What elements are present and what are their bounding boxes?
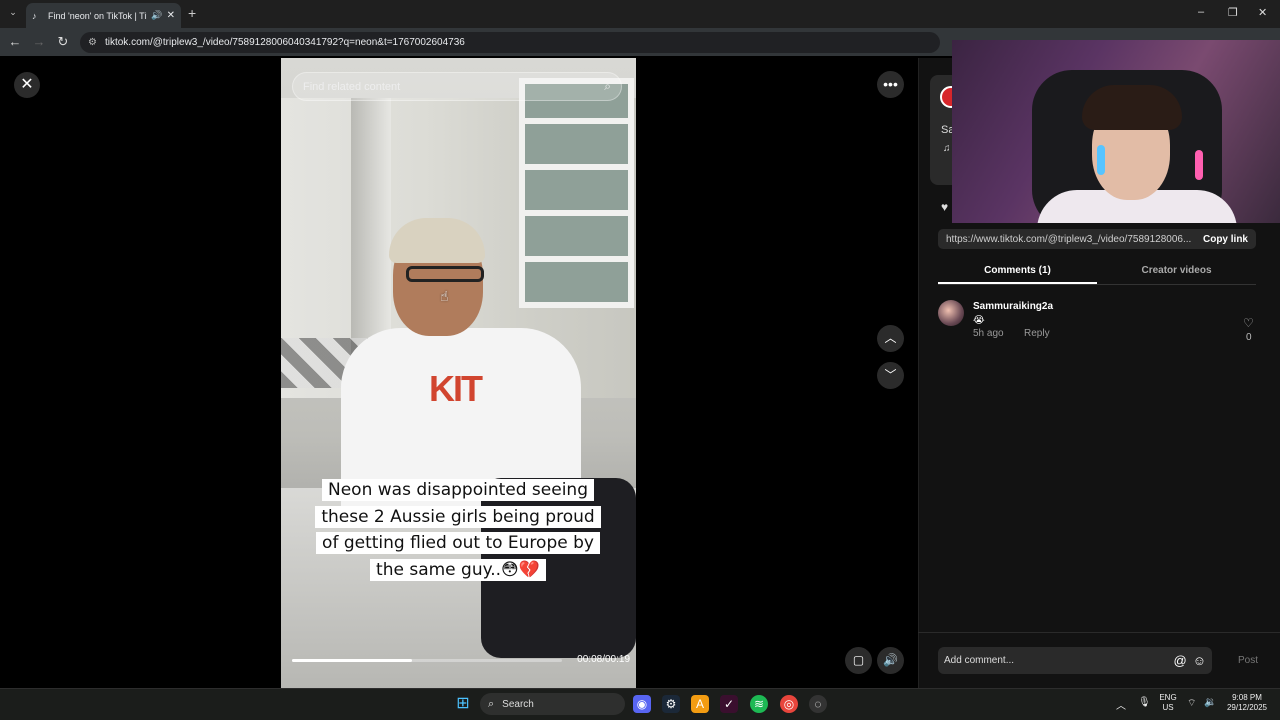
next-video-button[interactable]: ﹀ <box>877 362 904 389</box>
close-window-icon[interactable]: ✕ <box>1258 6 1267 19</box>
app-check-icon[interactable]: ✓ <box>720 695 738 713</box>
clock-time: 9:08 PM <box>1232 693 1262 702</box>
find-related-content-bar[interactable]: ⌕ <box>292 72 622 101</box>
like-heart-icon[interactable]: ♥ <box>941 200 948 214</box>
caption-line: Neon was disappointed seeing <box>322 479 594 501</box>
panel-tabs: Comments (1) Creator videos <box>938 262 1256 285</box>
caption-line: these 2 Aussie girls being proud <box>315 505 601 528</box>
forward-button[interactable]: → <box>30 34 48 49</box>
comment-like-heart-icon[interactable]: ♡ <box>1243 316 1254 330</box>
find-related-content-input[interactable] <box>303 80 605 93</box>
comment-item: Sammuraiking2a 😭 5h ago Reply ♡ 0 <box>938 300 1256 350</box>
system-clock[interactable]: 9:08 PM 29/12/2025 <box>1222 693 1272 713</box>
previous-video-button[interactable]: ︿ <box>877 325 904 352</box>
show-hidden-icons-icon[interactable]: ︿ <box>1116 697 1126 712</box>
volume-tray-icon[interactable]: 🔉 <box>1204 697 1216 708</box>
webcam-overlay <box>952 40 1280 223</box>
search-icon[interactable]: ⌕ <box>604 79 611 94</box>
shirt-logo-text: KIT <box>429 368 483 409</box>
more-options-button[interactable]: ••• <box>877 71 904 98</box>
address-bar[interactable]: ⚙ tiktok.com/@triplew3_/video/7589128006… <box>80 32 940 53</box>
taskbar-search[interactable]: ⌕ Search <box>480 693 625 715</box>
webcam-person-hair <box>1082 85 1182 130</box>
tab-title: Find 'neon' on TikTok | TikTo <box>48 10 147 21</box>
caption-line: the same guy..😳💔 <box>370 558 546 581</box>
video-player[interactable]: KIT <box>281 58 636 688</box>
browser-tab[interactable]: ♪ Find 'neon' on TikTok | TikTo 🔊 ✕ <box>26 3 181 28</box>
volume-button[interactable]: 🔊 <box>877 647 904 674</box>
spotify-icon[interactable]: ≋ <box>750 695 768 713</box>
clock-date: 29/12/2025 <box>1226 703 1268 712</box>
video-progress-fill <box>292 659 413 662</box>
wifi-icon[interactable]: ⌔ <box>1187 697 1196 710</box>
share-url: https://www.tiktok.com/@triplew3_/video/… <box>946 233 1192 245</box>
close-viewer-button[interactable]: ✕ <box>14 72 40 98</box>
discord-icon[interactable]: ◉ <box>633 695 651 713</box>
mention-icon[interactable]: @ <box>1174 653 1187 668</box>
video-scene-window <box>519 78 634 308</box>
comment-time: 5h ago <box>973 328 1004 339</box>
floating-player-button[interactable]: ▢ <box>845 647 872 674</box>
windows-start-icon[interactable]: ⊞ <box>454 695 472 713</box>
url-text: tiktok.com/@triplew3_/video/758912800604… <box>104 37 465 48</box>
commenter-username[interactable]: Sammuraiking2a <box>973 301 1053 312</box>
lang-line-2: US <box>1162 703 1174 712</box>
video-caption: Neon was disappointed seeing these 2 Aus… <box>314 477 602 583</box>
video-person-glasses <box>406 266 484 282</box>
music-note-icon: ♫ <box>943 143 951 154</box>
taskbar-search-label: Search <box>502 698 534 710</box>
post-comment-button[interactable]: Post <box>1238 655 1258 666</box>
site-info-icon[interactable]: ⚙ <box>88 37 97 48</box>
steam-icon[interactable]: ⚙ <box>662 695 680 713</box>
video-scene-pillar <box>351 98 391 358</box>
back-button[interactable]: ← <box>6 34 24 49</box>
copy-link-button[interactable]: Copy link <box>1203 234 1248 245</box>
emoji-icon[interactable]: ☺ <box>1193 653 1206 668</box>
chrome-icon[interactable]: ◎ <box>780 695 798 713</box>
commenter-avatar[interactable] <box>938 300 964 326</box>
tab-search-button[interactable]: ⌄ <box>6 7 20 21</box>
restore-window-icon[interactable]: ❐ <box>1228 6 1238 19</box>
input-language[interactable]: ENG US <box>1156 693 1180 713</box>
search-icon: ⌕ <box>488 697 495 710</box>
audio-playing-icon[interactable]: 🔊 <box>151 10 162 21</box>
video-progress-bar[interactable] <box>292 659 562 662</box>
comment-like-count: 0 <box>1246 332 1252 343</box>
tab-creator-videos[interactable]: Creator videos <box>1097 262 1256 284</box>
reply-button[interactable]: Reply <box>1024 328 1050 339</box>
new-tab-button[interactable]: + <box>188 5 196 21</box>
microphone-icon[interactable]: 🎙 <box>1138 697 1151 708</box>
mouse-cursor-icon: ☝ <box>440 288 449 304</box>
webcam-headphone-right <box>1195 150 1203 180</box>
webcam-headphone-left <box>1097 145 1105 175</box>
app-a-icon[interactable]: A <box>691 695 709 713</box>
tab-comments[interactable]: Comments (1) <box>938 262 1097 284</box>
caption-line: of getting flied out to Europe by <box>316 532 600 554</box>
add-comment-field[interactable]: @ ☺ <box>938 647 1212 674</box>
add-comment-input[interactable] <box>944 655 1168 666</box>
share-link-box: https://www.tiktok.com/@triplew3_/video/… <box>938 229 1256 249</box>
tiktok-favicon-icon: ♪ <box>32 10 37 21</box>
app-spinner-icon[interactable]: ◌ <box>809 695 827 713</box>
comment-text: 😭 <box>973 315 985 326</box>
lang-line-1: ENG <box>1159 693 1177 702</box>
close-tab-icon[interactable]: ✕ <box>167 10 175 21</box>
video-timecode: 00:08/00:19 <box>577 654 630 665</box>
reload-button[interactable]: ↻ <box>54 34 72 50</box>
minimize-window-icon[interactable]: – <box>1198 6 1204 18</box>
